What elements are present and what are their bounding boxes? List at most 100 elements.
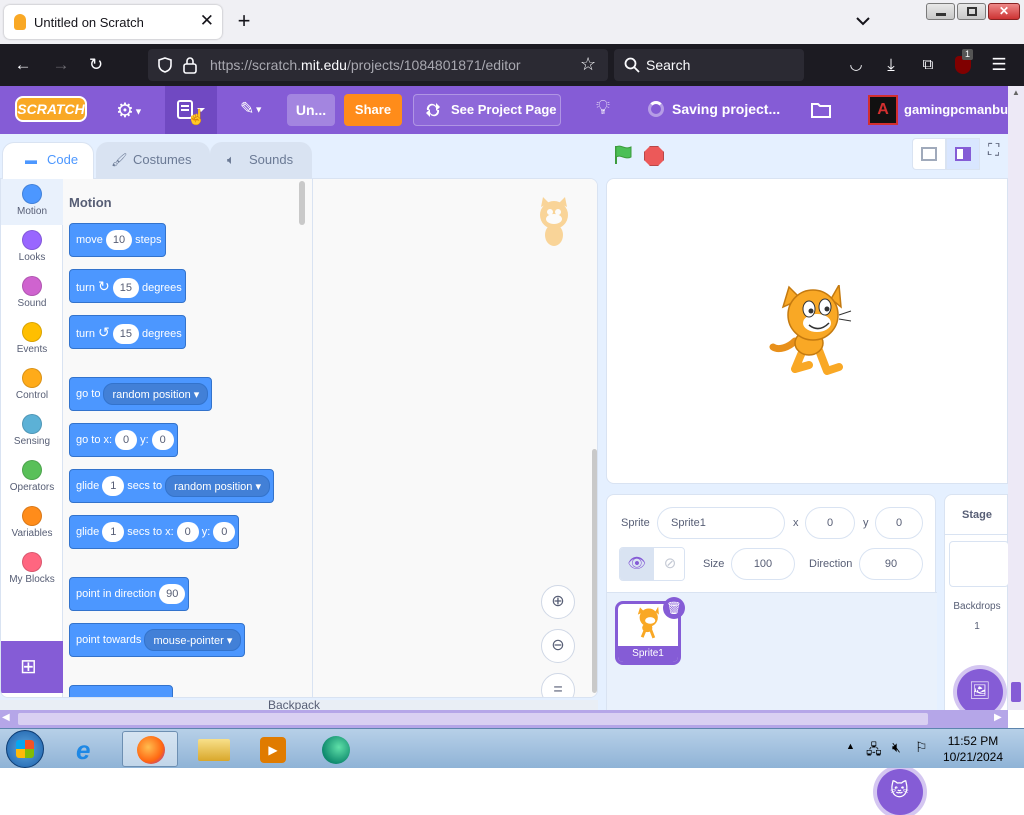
go-to-xy-block[interactable]: go to x: 0 y: 0 xyxy=(69,423,178,457)
edit-pencil-icon[interactable]: ✎▼ xyxy=(240,99,263,119)
stop-sign-icon[interactable] xyxy=(644,146,664,166)
account-menu[interactable]: A gamingpcmanbutg xyxy=(864,94,1008,126)
settings-gear-icon[interactable]: ⚙▼ xyxy=(116,98,143,123)
direction-input[interactable]: 90 xyxy=(859,548,923,580)
x-input[interactable]: 0 xyxy=(176,522,199,543)
backdrop-thumbnail[interactable] xyxy=(949,541,1009,587)
secs-input[interactable]: 1 xyxy=(102,476,125,497)
zoom-reset-button[interactable]: = xyxy=(541,673,575,697)
size-input[interactable]: 100 xyxy=(731,548,795,580)
category-events[interactable]: Events xyxy=(1,317,63,363)
vertical-scroll-thumb[interactable] xyxy=(1011,682,1021,702)
degrees-input[interactable]: 15 xyxy=(112,278,140,299)
choose-backdrop-button[interactable]: 🖼︎ xyxy=(957,669,1003,715)
tab-code[interactable]: ▬ Code xyxy=(2,142,94,179)
steps-input[interactable]: 10 xyxy=(105,230,133,251)
list-tabs-button[interactable] xyxy=(852,10,874,32)
move-steps-block[interactable]: move 10 steps xyxy=(69,223,166,257)
zoom-in-button[interactable]: ⊕ xyxy=(541,585,575,619)
file-explorer-taskbar-button[interactable] xyxy=(186,731,242,767)
glide-to-block[interactable]: glide 1 secs to random position ▾ xyxy=(69,469,274,503)
internet-explorer-taskbar-button[interactable]: e xyxy=(62,731,118,767)
extensions-icon[interactable]: ⧉ xyxy=(917,54,939,76)
tab-sounds[interactable]: 🔈︎ Sounds xyxy=(210,142,312,178)
see-project-page-button[interactable]: See Project Page xyxy=(413,94,561,126)
system-clock[interactable]: 11:52 PM 10/21/2024 xyxy=(940,733,1006,765)
secs-input[interactable]: 1 xyxy=(102,522,125,543)
fullscreen-icon[interactable]: ⛶ xyxy=(988,142,999,160)
browser-tab[interactable]: Untitled on Scratch ✕ xyxy=(4,5,222,39)
glide-to-xy-block[interactable]: glide 1 secs to x: 0 y: 0 xyxy=(69,515,240,549)
firefox-taskbar-button[interactable] xyxy=(122,731,178,767)
start-button[interactable] xyxy=(6,730,44,768)
ublock-icon[interactable]: 1 xyxy=(952,49,974,76)
category-sensing[interactable]: Sensing xyxy=(1,409,63,455)
glide-target-dropdown[interactable]: random position ▾ xyxy=(165,475,270,498)
turn-right-block[interactable]: turn ↻ 15 degrees xyxy=(69,269,186,303)
theme-lightbulb-icon[interactable]: 💡︎ xyxy=(596,97,610,120)
category-sound[interactable]: Sound xyxy=(1,271,63,317)
shield-icon[interactable] xyxy=(156,56,174,74)
category-looks[interactable]: Looks xyxy=(1,225,63,271)
show-hidden-icons-icon[interactable]: ▲ xyxy=(846,741,855,751)
zoom-out-button[interactable]: ⊖ xyxy=(541,629,575,663)
point-towards-dropdown[interactable]: mouse-pointer ▾ xyxy=(144,629,242,652)
degrees-input[interactable]: 15 xyxy=(112,324,140,345)
scroll-left-icon[interactable]: ◀ xyxy=(2,712,10,723)
script-area-scrollbar[interactable] xyxy=(592,449,597,693)
category-variables[interactable]: Variables xyxy=(1,501,63,547)
hamburger-menu-icon[interactable]: ☰ xyxy=(988,54,1010,76)
media-player-taskbar-button[interactable]: ▶ xyxy=(246,731,302,767)
bookmark-star-icon[interactable]: ☆ xyxy=(580,54,596,75)
y-input[interactable]: 0 xyxy=(875,507,923,539)
green-flag-icon[interactable] xyxy=(612,144,634,166)
sprite-cat[interactable] xyxy=(767,285,855,375)
tab-costumes[interactable]: 🖌︎ Costumes xyxy=(96,142,210,178)
hide-eye-icon[interactable]: ⊘ xyxy=(654,548,684,580)
new-tab-button[interactable]: + xyxy=(232,8,256,34)
file-menu-button[interactable]: ☝ xyxy=(165,86,217,134)
page-vertical-scrollbar[interactable]: ▲ xyxy=(1008,86,1024,710)
scroll-right-icon[interactable]: ▶ xyxy=(994,712,1002,723)
point-in-direction-block[interactable]: point in direction 90 xyxy=(69,577,190,611)
category-my-blocks[interactable]: My Blocks xyxy=(1,547,63,593)
lock-icon[interactable] xyxy=(182,56,198,74)
point-towards-block[interactable]: point towards mouse-pointer ▾ xyxy=(69,623,246,657)
sprite-name-input[interactable]: Sprite1 xyxy=(657,507,785,539)
forward-arrow-icon[interactable]: → xyxy=(50,54,72,76)
delete-sprite-trash-icon[interactable]: 🗑︎ xyxy=(663,597,685,619)
close-tab-icon[interactable]: ✕ xyxy=(200,11,214,31)
category-motion[interactable]: Motion xyxy=(1,179,63,225)
large-stage-button[interactable] xyxy=(946,138,980,170)
category-control[interactable]: Control xyxy=(1,363,63,409)
restore-window-button[interactable] xyxy=(957,3,986,20)
pocket-icon[interactable]: ◡ xyxy=(845,54,867,76)
turn-left-block[interactable]: turn ↺ 15 degrees xyxy=(69,315,186,349)
stage-selector-pane[interactable]: Stage Backdrops 1 🖼︎ xyxy=(944,494,1009,715)
scroll-up-icon[interactable]: ▲ xyxy=(1010,88,1022,100)
y-input[interactable]: 0 xyxy=(151,430,174,451)
category-operators[interactable]: Operators xyxy=(1,455,63,501)
script-area[interactable]: ⊕ ⊖ = xyxy=(313,179,597,697)
backpack[interactable]: Backpack xyxy=(0,698,598,712)
partial-block[interactable] xyxy=(69,685,173,697)
small-stage-button[interactable] xyxy=(912,138,946,170)
edge-taskbar-button[interactable] xyxy=(308,731,364,767)
project-title-input[interactable]: Un... xyxy=(287,94,335,126)
show-eye-icon[interactable]: 👁︎ xyxy=(620,548,654,580)
volume-muted-icon[interactable]: 🔇︎ xyxy=(892,739,901,756)
x-input[interactable]: 0 xyxy=(115,430,138,451)
url-bar[interactable]: https://scratch.mit.edu/projects/1084801… xyxy=(148,49,608,81)
stage-canvas[interactable] xyxy=(606,178,1008,484)
scratch-logo[interactable]: SCRATCH xyxy=(15,96,87,122)
search-bar[interactable]: Search xyxy=(614,49,804,81)
action-center-flag-icon[interactable]: ⚐ xyxy=(915,739,928,756)
choose-sprite-button[interactable]: 🐱︎ xyxy=(877,769,923,815)
go-to-block[interactable]: go to random position ▾ xyxy=(69,377,213,411)
close-window-button[interactable]: ✕ xyxy=(988,3,1020,20)
horizontal-scroll-thumb[interactable] xyxy=(18,713,928,725)
back-arrow-icon[interactable]: ← xyxy=(12,54,34,76)
reload-icon[interactable]: ↻ xyxy=(85,54,107,76)
network-icon[interactable]: 🖧︎ xyxy=(866,739,882,763)
page-horizontal-scrollbar[interactable]: ◀ ▶ xyxy=(0,710,1008,728)
